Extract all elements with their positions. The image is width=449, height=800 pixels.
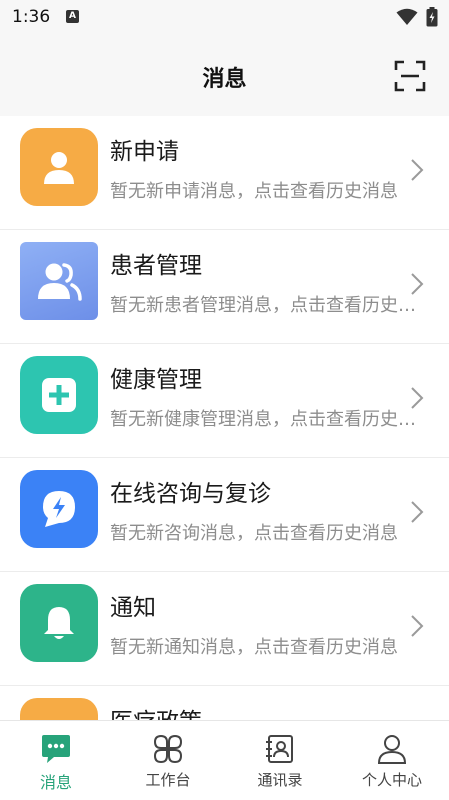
online-consultation-icon-tile (20, 470, 98, 548)
person-icon (44, 152, 74, 184)
list-item-medical-policy[interactable]: 医疗政策 (0, 686, 449, 720)
item-subtitle: 暂无新申请消息，点击查看历史消息 (110, 181, 398, 202)
tab-label: 工作台 (145, 771, 191, 789)
bell-icon (44, 607, 74, 639)
tab-messages[interactable]: 消息 (0, 721, 112, 800)
health-plus-icon (42, 378, 76, 412)
list-item-notification[interactable]: 通知 暂无新通知消息，点击查看历史消息 (0, 572, 449, 686)
consult-icon (43, 491, 75, 527)
a-icon: A (66, 10, 79, 23)
chevron-right-icon (411, 159, 424, 181)
chevron-right-icon (411, 387, 424, 409)
bottom-tab-bar: 消息 工作台 通讯录 个人中心 (0, 720, 449, 800)
list-item-new-application[interactable]: 新申请 暂无新申请消息，点击查看历史消息 (0, 116, 449, 230)
item-subtitle: 暂无新健康管理消息，点击查看历史消息 (110, 409, 418, 430)
chevron-right-icon (411, 273, 424, 295)
health-management-icon-tile (20, 356, 98, 434)
list-item-health-management[interactable]: 健康管理 暂无新健康管理消息，点击查看历史消息 (0, 344, 449, 458)
item-subtitle: 暂无新咨询消息，点击查看历史消息 (110, 523, 398, 544)
wifi-icon (396, 8, 418, 25)
battery-icon (426, 7, 438, 27)
page-title: 消息 (202, 67, 247, 92)
item-title: 通知 (110, 595, 156, 621)
profile-icon (377, 735, 407, 764)
list-item-online-consultation[interactable]: 在线咨询与复诊 暂无新咨询消息，点击查看历史消息 (0, 458, 449, 572)
message-list: 新申请 暂无新申请消息，点击查看历史消息 患者管理 暂无新患者管理消息，点击查看… (0, 116, 449, 720)
scan-button[interactable] (393, 59, 427, 93)
tab-label: 个人中心 (361, 771, 422, 789)
patient-management-icon-tile (20, 242, 98, 320)
item-title: 在线咨询与复诊 (110, 481, 271, 507)
notification-icon-tile (20, 584, 98, 662)
status-bar: 1:36 A (0, 0, 449, 34)
tab-label: 消息 (39, 773, 72, 792)
item-title: 新申请 (110, 139, 179, 165)
item-title: 健康管理 (110, 367, 202, 393)
medical-policy-icon-tile (20, 698, 98, 720)
new-application-icon-tile (20, 128, 98, 206)
status-time: 1:36 (12, 7, 51, 27)
item-title: 医疗政策 (110, 702, 202, 720)
workbench-icon (153, 734, 183, 764)
message-icon (42, 735, 70, 763)
tab-contacts[interactable]: 通讯录 (224, 721, 336, 800)
item-title: 患者管理 (110, 253, 202, 279)
list-item-patient-management[interactable]: 患者管理 暂无新患者管理消息，点击查看历史消息 (0, 230, 449, 344)
contacts-icon (266, 735, 293, 763)
tab-label: 通讯录 (257, 771, 303, 789)
scan-icon (394, 60, 426, 92)
chevron-right-icon (411, 615, 424, 637)
tab-profile[interactable]: 个人中心 (336, 721, 448, 800)
item-subtitle: 暂无新患者管理消息，点击查看历史消息 (110, 295, 418, 316)
item-subtitle: 暂无新通知消息，点击查看历史消息 (110, 637, 398, 658)
header: 消息 (0, 34, 449, 116)
chevron-right-icon (411, 501, 424, 523)
tab-workbench[interactable]: 工作台 (112, 721, 224, 800)
patients-icon (38, 263, 82, 301)
